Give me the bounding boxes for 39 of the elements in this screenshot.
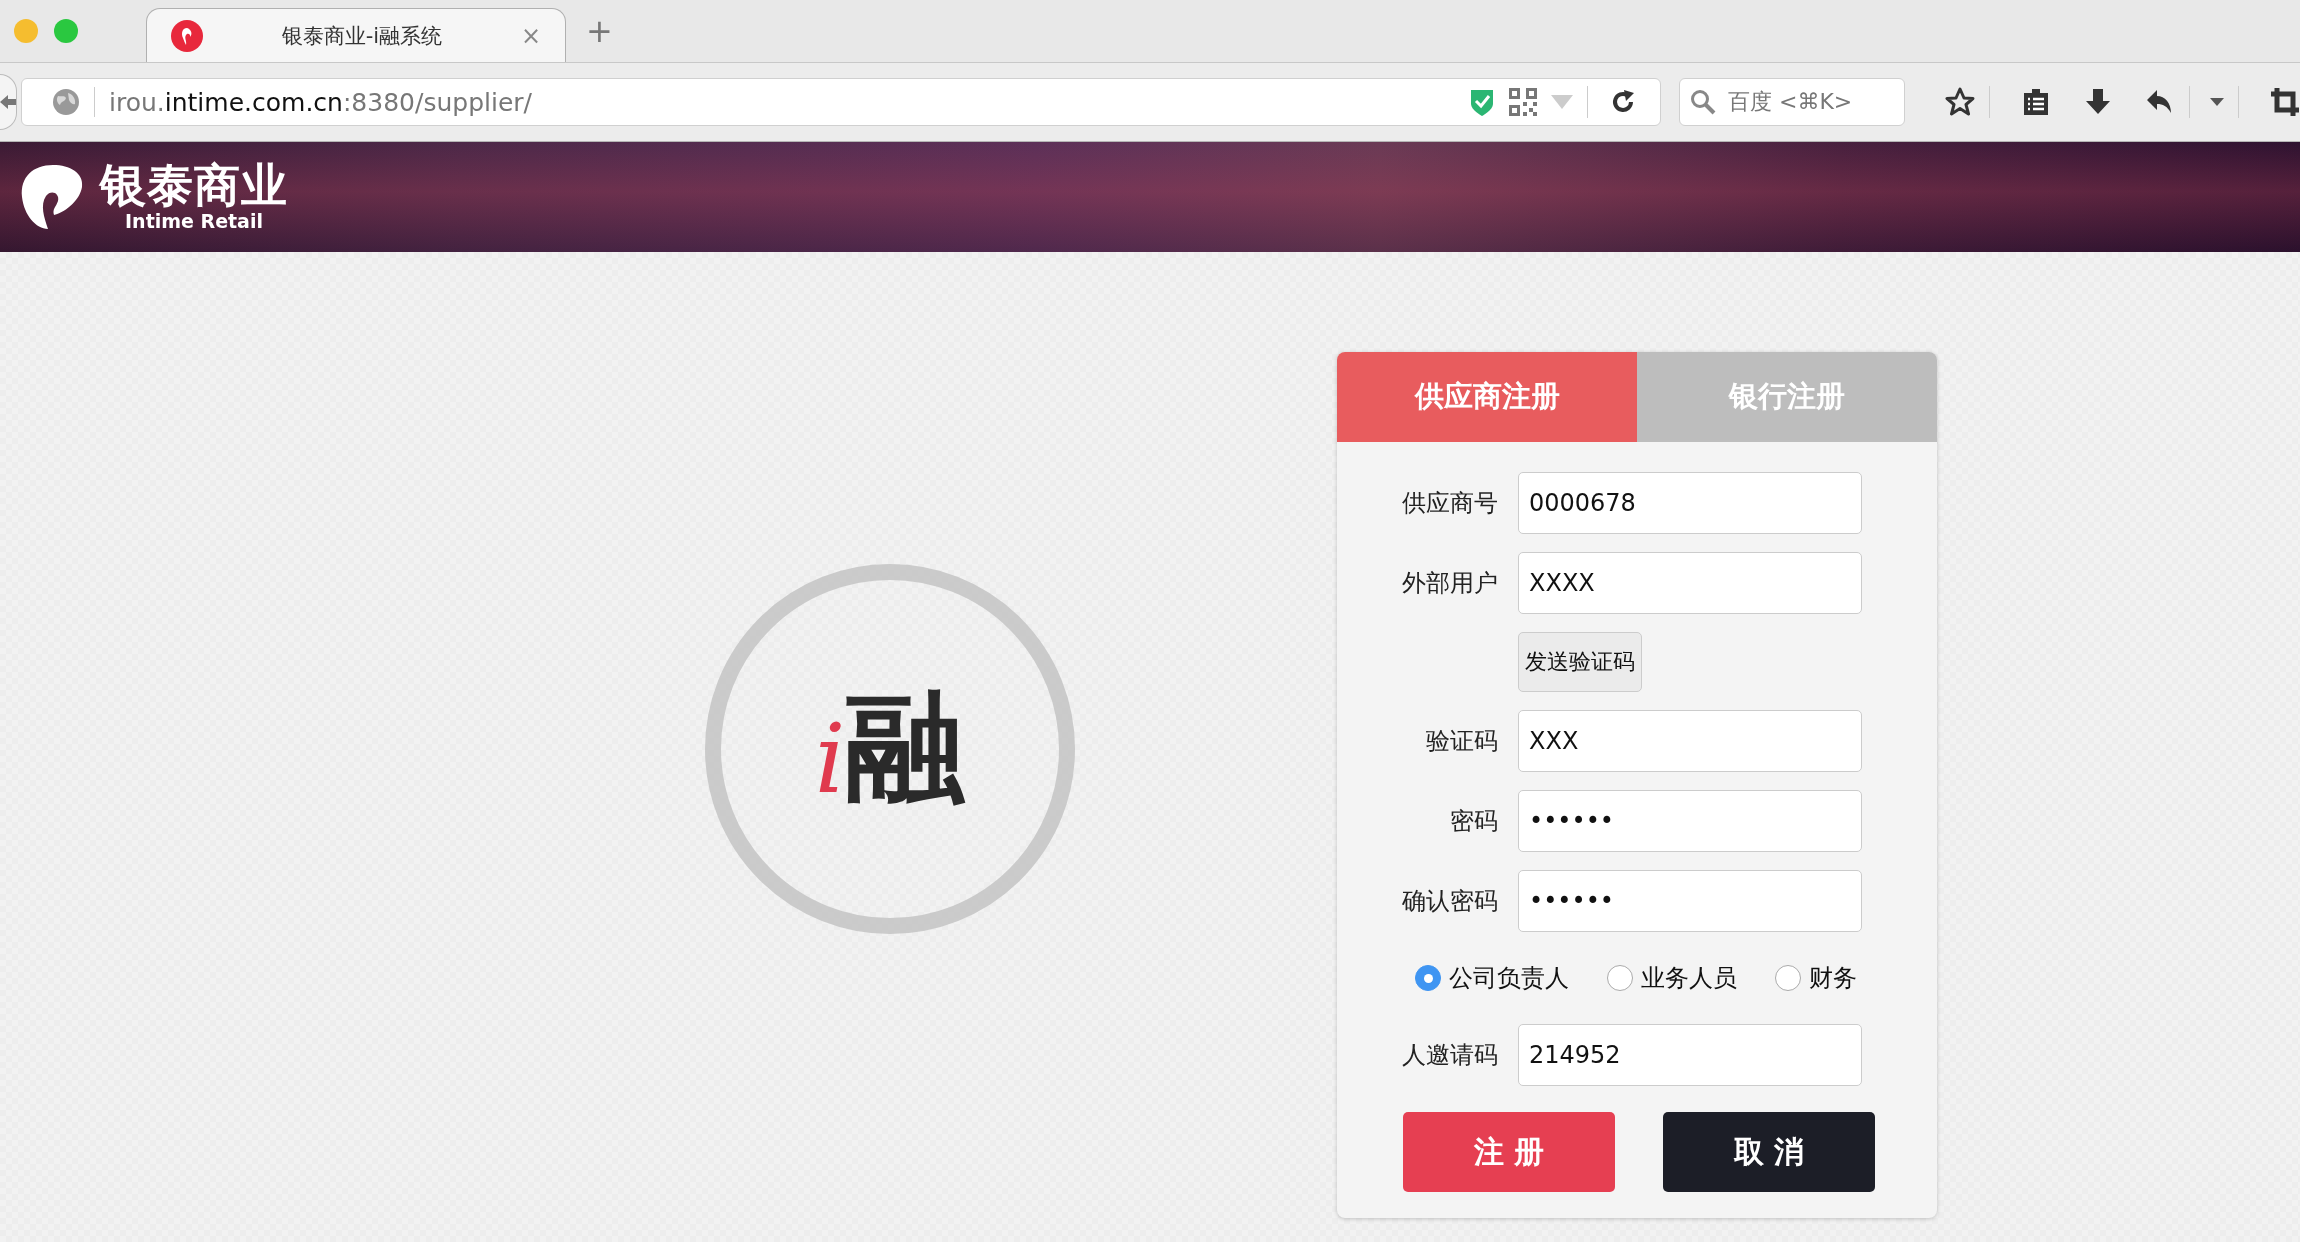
back-arrow-icon xyxy=(0,92,16,112)
register-button[interactable]: 注 册 xyxy=(1403,1112,1615,1192)
send-code-button[interactable]: 发送验证码 xyxy=(1518,632,1642,692)
crop-icon[interactable] xyxy=(2270,87,2300,117)
brand-logo-drawing: i融 xyxy=(705,564,1075,934)
new-tab-button[interactable]: + xyxy=(586,12,613,50)
input-field[interactable]: XXX xyxy=(1518,710,1862,772)
shield-check-icon[interactable] xyxy=(1469,87,1495,117)
input-field[interactable]: 0000678 xyxy=(1518,472,1862,534)
input-field[interactable]: 214952 xyxy=(1518,1024,1862,1086)
input-field[interactable]: •••••• xyxy=(1518,870,1862,932)
radio-label: 财务 xyxy=(1809,963,1857,994)
site-favicon-icon xyxy=(171,19,203,52)
cancel-button[interactable]: 取 消 xyxy=(1663,1112,1875,1192)
reload-icon[interactable] xyxy=(1610,89,1636,115)
globe-icon xyxy=(52,88,80,116)
tab-title: 银泰商业-i融系统 xyxy=(280,22,444,50)
input-field[interactable]: XXXX xyxy=(1518,552,1862,614)
back-button[interactable] xyxy=(0,74,17,130)
field-label: 验证码 xyxy=(1425,726,1498,757)
company-logo-text: 银泰商业 xyxy=(100,162,288,208)
radio-label: 业务人员 xyxy=(1641,963,1737,994)
field-label: 供应商号 xyxy=(1401,488,1498,519)
field-label: 密码 xyxy=(1449,806,1498,837)
field-label: 人邀请码 xyxy=(1401,1040,1498,1071)
field-label: 外部用户 xyxy=(1401,568,1498,599)
field-label: 确认密码 xyxy=(1401,886,1498,917)
radio-button[interactable] xyxy=(1607,965,1633,991)
search-field[interactable]: 百度 <⌘K> xyxy=(1679,78,1905,126)
dropdown-caret-icon[interactable] xyxy=(2209,98,2224,106)
qr-code-icon[interactable] xyxy=(1509,88,1537,116)
company-logo-subtitle: Intime Retail xyxy=(125,210,263,232)
radio-button[interactable] xyxy=(1415,965,1441,991)
browser-tab[interactable]: 银泰商业-i融系统 × xyxy=(146,8,566,62)
radio-button[interactable] xyxy=(1775,965,1801,991)
input-field[interactable]: •••••• xyxy=(1518,790,1862,852)
search-icon xyxy=(1690,89,1716,115)
radio-label: 公司负责人 xyxy=(1449,963,1569,994)
star-icon[interactable] xyxy=(1945,87,1975,117)
